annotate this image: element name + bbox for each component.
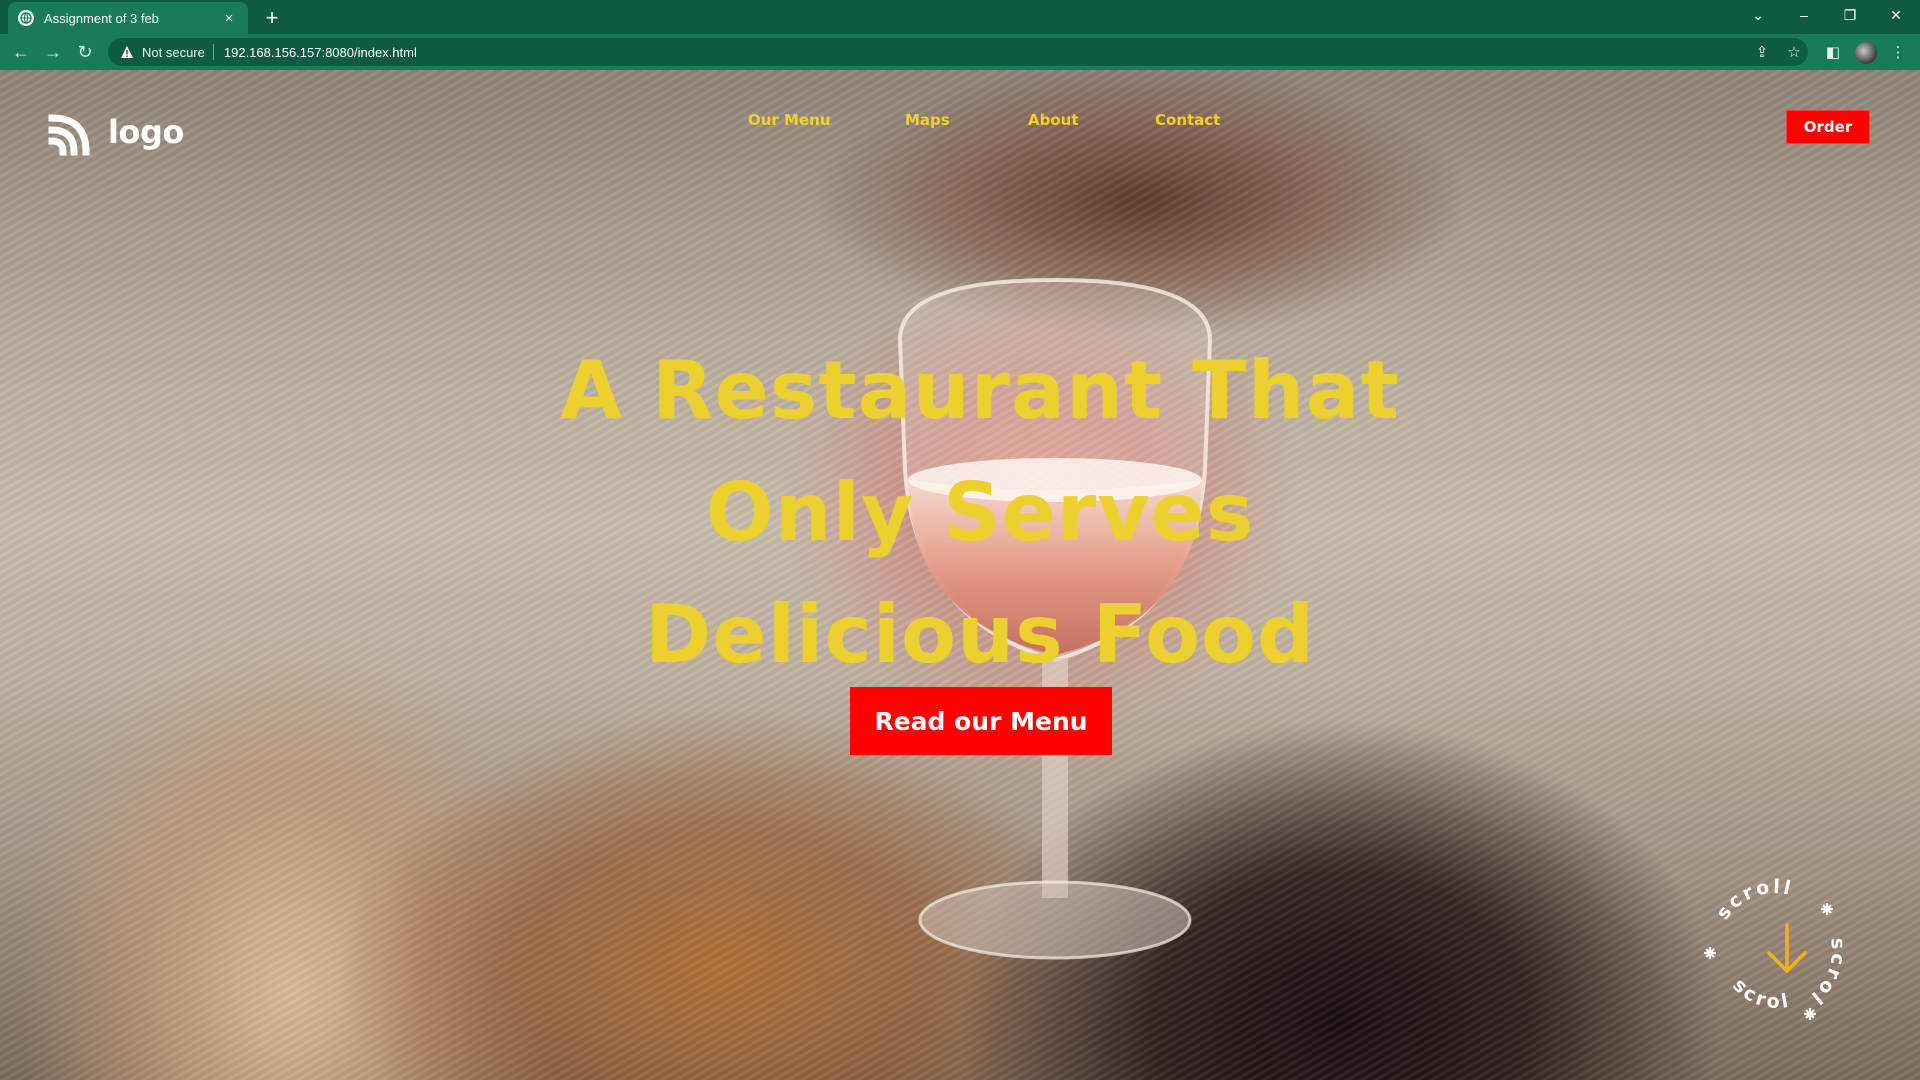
new-tab-button[interactable]: +	[258, 4, 286, 32]
logo-text: logo	[108, 113, 184, 151]
warning-triangle-icon	[121, 46, 133, 58]
url-text[interactable]: 192.168.156.157:8080/index.html	[224, 45, 417, 60]
restore-icon[interactable]: ❐	[1827, 0, 1873, 30]
nav-contact[interactable]: Contact	[1155, 111, 1220, 129]
security-label[interactable]: Not secure	[142, 45, 205, 60]
order-button[interactable]: Order	[1786, 110, 1870, 144]
browser-tab-strip: Assignment of 3 feb × + ⌄ – ❐ ✕	[0, 0, 1920, 34]
read-menu-button[interactable]: Read our Menu	[850, 687, 1112, 755]
browser-toolbar: ← → ↻ Not secure 192.168.156.157:8080/in…	[0, 34, 1920, 70]
bookmark-star-icon[interactable]: ☆	[1785, 43, 1803, 61]
hero-title: A Restaurant That Only Serves Delicious …	[440, 330, 1520, 696]
minimize-icon[interactable]: –	[1781, 0, 1827, 30]
address-bar[interactable]: Not secure 192.168.156.157:8080/index.ht…	[108, 38, 1808, 66]
hero-section: logo Our Menu Maps About Contact Order A…	[0, 70, 1920, 1080]
asterisk-icon	[1704, 947, 1716, 959]
scroll-label: scroll	[1712, 876, 1795, 924]
tab-search-icon[interactable]: ⌄	[1735, 0, 1781, 30]
hero-title-line: A Restaurant That	[560, 344, 1400, 437]
tab-title: Assignment of 3 feb	[44, 10, 159, 26]
profile-avatar[interactable]	[1855, 42, 1877, 64]
close-window-icon[interactable]: ✕	[1873, 0, 1919, 30]
nav-maps[interactable]: Maps	[905, 111, 950, 129]
forward-icon[interactable]: →	[40, 39, 66, 65]
omnibox-divider	[212, 44, 214, 60]
reload-icon[interactable]: ↻	[72, 39, 98, 65]
arrow-down-icon	[1767, 923, 1807, 973]
rss-feed-icon	[48, 114, 90, 156]
scroll-label-top: scroll	[1712, 876, 1792, 924]
browser-menu-icon[interactable]: ⋮	[1889, 43, 1907, 61]
side-panel-icon[interactable]: ◧	[1824, 43, 1842, 61]
asterisk-icon	[1821, 903, 1833, 915]
hero-title-line: Only Serves	[705, 466, 1255, 559]
nav-about[interactable]: About	[1028, 111, 1079, 129]
scroll-indicator[interactable]: scroll scroll scroll	[1690, 865, 1860, 1035]
globe-icon	[18, 10, 34, 26]
site-logo[interactable]: logo	[48, 108, 184, 156]
hero-title-line: Delicious Food	[644, 588, 1316, 681]
asterisk-icon	[1804, 1008, 1816, 1020]
browser-tab[interactable]: Assignment of 3 feb ×	[8, 2, 248, 34]
share-icon[interactable]: ⇪	[1753, 43, 1771, 61]
back-icon[interactable]: ←	[8, 39, 34, 65]
nav-our-menu[interactable]: Our Menu	[748, 111, 831, 129]
close-tab-icon[interactable]: ×	[220, 9, 238, 27]
